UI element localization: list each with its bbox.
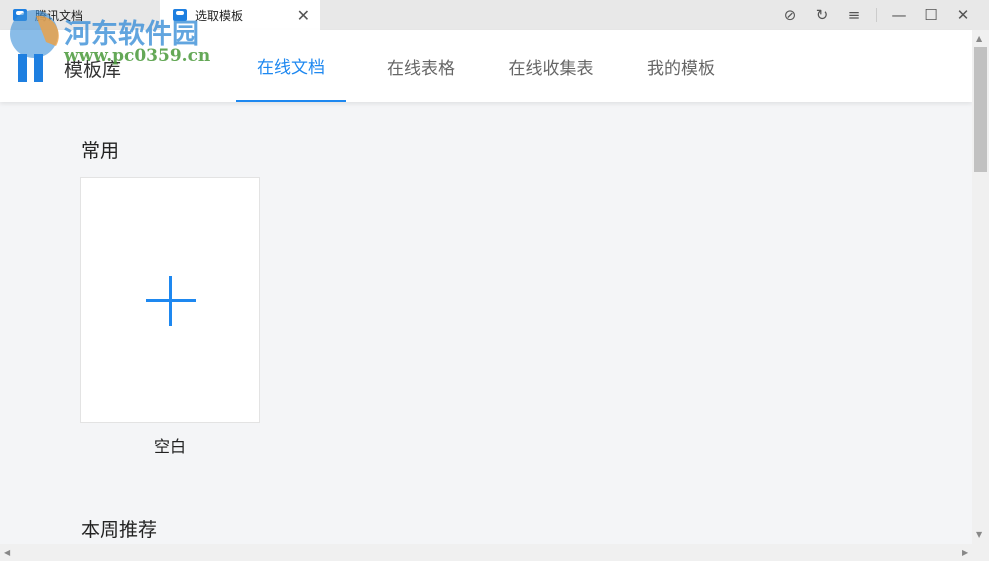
window-tab-tencent-docs[interactable]: 腾讯文档 [0,0,160,30]
tab-online-forms[interactable]: 在线收集表 [496,30,606,102]
window-tab-bar: 腾讯文档 选取模板 ✕ ⊘ ↻ ≡ — ☐ ✕ [0,0,989,30]
horizontal-scrollbar[interactable]: ◀ ▶ [0,544,989,561]
tab-label: 腾讯文档 [35,8,84,23]
menu-icon[interactable]: ≡ [838,0,870,30]
section-title-common: 常用 [81,140,120,162]
compass-icon[interactable]: ⊘ [774,0,806,30]
vertical-scrollbar[interactable]: ▲ ▼ [972,30,989,544]
divider [876,8,877,22]
tab-my-templates[interactable]: 我的模板 [626,30,736,102]
tencent-docs-icon [173,9,187,21]
tab-close-icon[interactable]: ✕ [297,6,310,25]
template-header: 模板库 在线文档 在线表格 在线收集表 我的模板 [0,30,972,102]
refresh-icon[interactable]: ↻ [806,0,838,30]
tencent-docs-icon [13,9,27,21]
scroll-down-icon[interactable]: ▼ [976,530,982,539]
tab-online-docs[interactable]: 在线文档 [236,30,346,102]
scroll-right-icon[interactable]: ▶ [962,548,968,557]
scroll-up-icon[interactable]: ▲ [976,34,982,43]
scroll-left-icon[interactable]: ◀ [4,548,10,557]
minimize-button[interactable]: — [883,0,915,30]
page-title: 模板库 [64,59,122,81]
tab-online-sheets[interactable]: 在线表格 [366,30,476,102]
maximize-button[interactable]: ☐ [915,0,947,30]
tab-label: 选取模板 [195,8,244,23]
close-button[interactable]: ✕ [947,0,979,30]
window-tab-select-template[interactable]: 选取模板 ✕ [160,0,320,30]
blank-template-card[interactable] [80,177,260,423]
section-title-weekly: 本周推荐 [81,519,158,541]
scrollbar-thumb[interactable] [974,47,987,172]
blank-template-label: 空白 [153,437,186,456]
plus-icon-vertical [169,276,172,326]
